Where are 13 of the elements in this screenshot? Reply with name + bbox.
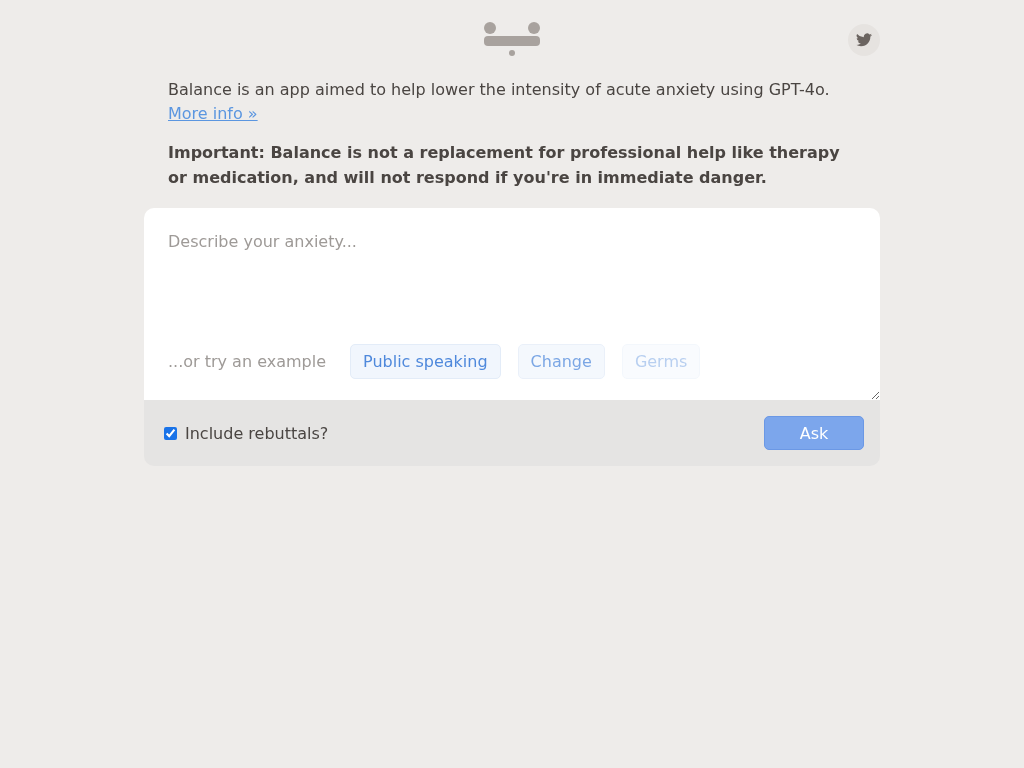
rebuttals-checkbox[interactable] [164, 426, 177, 440]
resize-handle-icon[interactable] [871, 391, 879, 399]
twitter-button[interactable] [848, 24, 880, 56]
example-chip[interactable]: Germs [621, 344, 701, 379]
rebuttals-label: Include rebuttals? [185, 423, 329, 443]
examples-label: ...or try an example [168, 352, 326, 371]
bird-icon [856, 33, 872, 47]
notice-text: Important: Balance is not a replacement for professional help like therapy or medication, and will not respond if you're in immediate danger. [168, 142, 841, 189]
example-chip[interactable]: Public speaking [350, 344, 501, 379]
example-chip[interactable]: Change [517, 344, 605, 379]
logo-icon [483, 22, 541, 56]
more-info-link[interactable]: More info » [168, 104, 258, 123]
intro-text: Balance is an app aimed to help lower the intensity of acute anxiety using GPT-4o. [168, 80, 830, 99]
